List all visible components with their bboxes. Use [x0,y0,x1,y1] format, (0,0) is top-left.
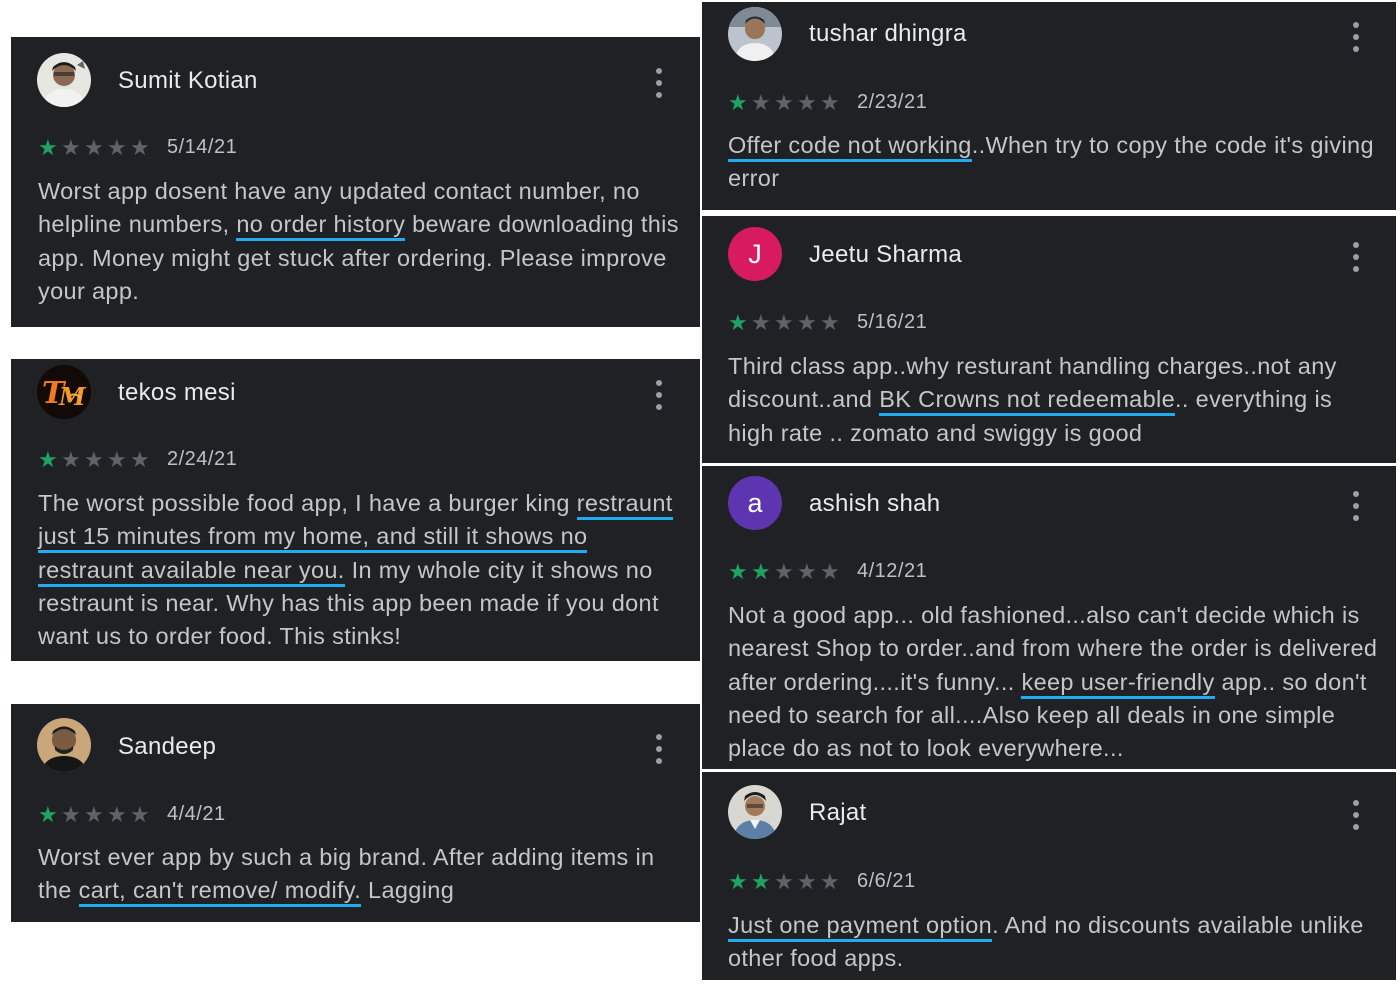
star-empty-icon: ★ [107,446,127,472]
svg-text:M: M [58,382,87,411]
review-text: Worst app dosent have any updated contac… [38,175,683,308]
star-filled-icon: ★ [38,134,58,160]
star-filled-icon: ★ [38,801,58,827]
star-empty-icon: ★ [61,801,81,827]
star-rating: ★ ★ ★ ★ ★ 2/24/21 [38,448,237,471]
star-filled-icon: ★ [728,89,748,115]
review-date: 5/16/21 [857,311,928,333]
star-empty-icon: ★ [107,801,127,827]
review-date: 4/4/21 [167,803,226,825]
star-filled-icon: ★ [728,868,748,894]
more-options-icon[interactable] [1351,491,1361,521]
star-empty-icon: ★ [107,134,127,160]
highlighted-text: cart, can't remove/ modify. [78,877,362,908]
star-rating: ★ ★ ★ ★ ★ 4/12/21 [728,560,927,583]
user-avatar[interactable] [37,53,91,107]
user-avatar[interactable] [728,785,782,839]
review-date: 2/24/21 [167,448,238,470]
highlighted-text: BK Crowns not redeemable [879,386,1176,417]
star-empty-icon: ★ [774,309,794,335]
star-empty-icon: ★ [84,134,104,160]
star-empty-icon: ★ [774,868,794,894]
reviewer-name: ashish shah [809,490,941,517]
review-text: Third class app..why resturant handling … [728,350,1378,450]
user-avatar[interactable] [728,7,782,61]
review-card: tushar dhingra ★ ★ ★ ★ ★ 2/23/21 Offer code n… [702,2,1396,210]
review-card: Sumit Kotian ★ ★ ★ ★ ★ 5/14/21 Worst app dose… [11,37,700,327]
star-filled-icon: ★ [751,868,771,894]
star-empty-icon: ★ [797,89,817,115]
star-empty-icon: ★ [820,89,840,115]
review-card: a ashish shah ★ ★ ★ ★ ★ 4/12/21 Not a good ap… [702,466,1396,769]
star-empty-icon: ★ [797,558,817,584]
review-text: Just one payment option. And no discount… [728,909,1378,976]
review-card: J Jeetu Sharma ★ ★ ★ ★ ★ 5/16/21 Third class … [702,216,1396,463]
more-options-icon[interactable] [654,734,664,764]
star-empty-icon: ★ [774,89,794,115]
tm-logo-icon[interactable]: TM [37,365,91,419]
star-filled-icon: ★ [728,309,748,335]
star-empty-icon: ★ [751,309,771,335]
star-empty-icon: ★ [130,801,150,827]
highlighted-text: keep user-friendly [1021,668,1215,699]
reviewer-name: Rajat [809,799,867,826]
star-rating: ★ ★ ★ ★ ★ 5/14/21 [38,136,237,159]
review-text: Not a good app... old fashioned...also c… [728,599,1378,765]
star-empty-icon: ★ [61,446,81,472]
star-empty-icon: ★ [797,309,817,335]
star-empty-icon: ★ [751,89,771,115]
star-rating: ★ ★ ★ ★ ★ 6/6/21 [728,870,916,893]
star-empty-icon: ★ [774,558,794,584]
user-avatar[interactable] [37,718,91,772]
star-filled-icon: ★ [38,446,58,472]
star-rating: ★ ★ ★ ★ ★ 4/4/21 [38,803,226,826]
highlighted-text: Just one payment option [728,912,993,942]
review-date: 5/14/21 [167,136,238,158]
star-empty-icon: ★ [820,558,840,584]
star-rating: ★ ★ ★ ★ ★ 5/16/21 [728,311,927,334]
avatar-letter[interactable]: J [728,227,782,281]
star-empty-icon: ★ [84,801,104,827]
star-empty-icon: ★ [797,868,817,894]
text-segment: The worst possible food app, I have a bu… [38,490,577,516]
review-text: The worst possible food app, I have a bu… [38,487,683,653]
star-empty-icon: ★ [820,868,840,894]
reviewer-name: tushar dhingra [809,20,967,47]
review-text: Offer code not working..When try to copy… [728,129,1378,196]
review-date: 6/6/21 [857,870,916,892]
review-card: Sandeep ★ ★ ★ ★ ★ 4/4/21 Worst ever app by su… [11,704,700,922]
review-card: Rajat ★ ★ ★ ★ ★ 6/6/21 Just one payment optio… [702,772,1396,980]
more-options-icon[interactable] [1351,242,1361,272]
highlighted-text: Offer code not working [728,132,972,162]
reviewer-name: Jeetu Sharma [809,241,963,268]
more-options-icon[interactable] [1351,800,1361,830]
star-empty-icon: ★ [820,309,840,335]
review-text: Worst ever app by such a big brand. Afte… [38,841,683,908]
more-options-icon[interactable] [654,380,664,410]
star-empty-icon: ★ [130,134,150,160]
more-options-icon[interactable] [1351,22,1361,52]
more-options-icon[interactable] [654,68,664,98]
review-date: 2/23/21 [857,91,928,113]
star-rating: ★ ★ ★ ★ ★ 2/23/21 [728,91,927,114]
reviewer-name: Sumit Kotian [118,67,258,94]
star-filled-icon: ★ [728,558,748,584]
reviewer-name: Sandeep [118,733,217,760]
star-filled-icon: ★ [751,558,771,584]
text-segment: Lagging [361,877,455,904]
review-card: TM tekos mesi ★ ★ ★ ★ ★ 2/24/21 The worst pos… [11,359,700,661]
star-empty-icon: ★ [61,134,81,160]
reviewer-name: tekos mesi [118,379,236,406]
avatar-letter[interactable]: a [728,476,782,530]
review-date: 4/12/21 [857,560,928,582]
star-empty-icon: ★ [130,446,150,472]
star-empty-icon: ★ [84,446,104,472]
highlighted-text: no order history [236,211,406,242]
